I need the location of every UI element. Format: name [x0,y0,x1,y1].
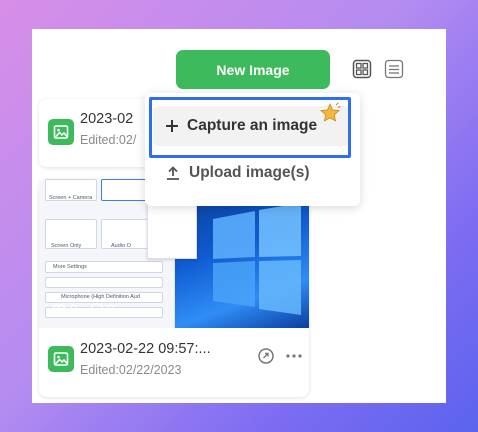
image-file-icon [48,346,74,372]
image-file-icon [48,119,74,145]
card-title: 2023-02 [80,111,134,127]
eye-icon [51,304,67,314]
more-options-icon[interactable] [285,347,303,365]
views-stat: 0 [51,301,78,317]
comments-stat: 0 [90,301,115,317]
list-view-icon[interactable] [384,59,404,79]
views-count: 0 [70,301,78,317]
screen-only-label: Screen Only [51,243,82,249]
refresh-icon[interactable] [257,347,275,365]
microphone-label: Microphone (High Definition Aud [61,294,140,300]
audio-only-label: Audio O [111,243,131,249]
new-image-button[interactable]: New Image [176,50,330,89]
upload-image-option[interactable]: Upload image(s) [153,153,349,193]
comments-count: 0 [106,301,115,317]
star-icon [319,102,341,124]
card-stats: 0 0 [51,301,115,317]
grid-view-icon[interactable] [352,59,372,79]
thumbnail-menu-preview [147,203,197,259]
card-edited-date: Edited:02/22/2023 [80,363,182,377]
image-card[interactable]: Screen + Camera Screen Only Audio O More… [39,179,309,397]
image-library-panel: New Image 2023-02 Edited:02/ Screen + Ca… [32,29,446,403]
comment-icon [90,302,103,316]
card-title: 2023-02-22 09:57:... [80,341,211,357]
upload-icon [167,166,179,180]
more-settings-label: More Settings [53,264,87,270]
plus-icon [166,120,178,132]
upload-image-label: Upload image(s) [189,164,310,181]
capture-image-label: Capture an image [187,117,318,134]
card-edited-date: Edited:02/ [80,133,137,147]
screen-camera-label: Screen + Camera [49,195,93,201]
